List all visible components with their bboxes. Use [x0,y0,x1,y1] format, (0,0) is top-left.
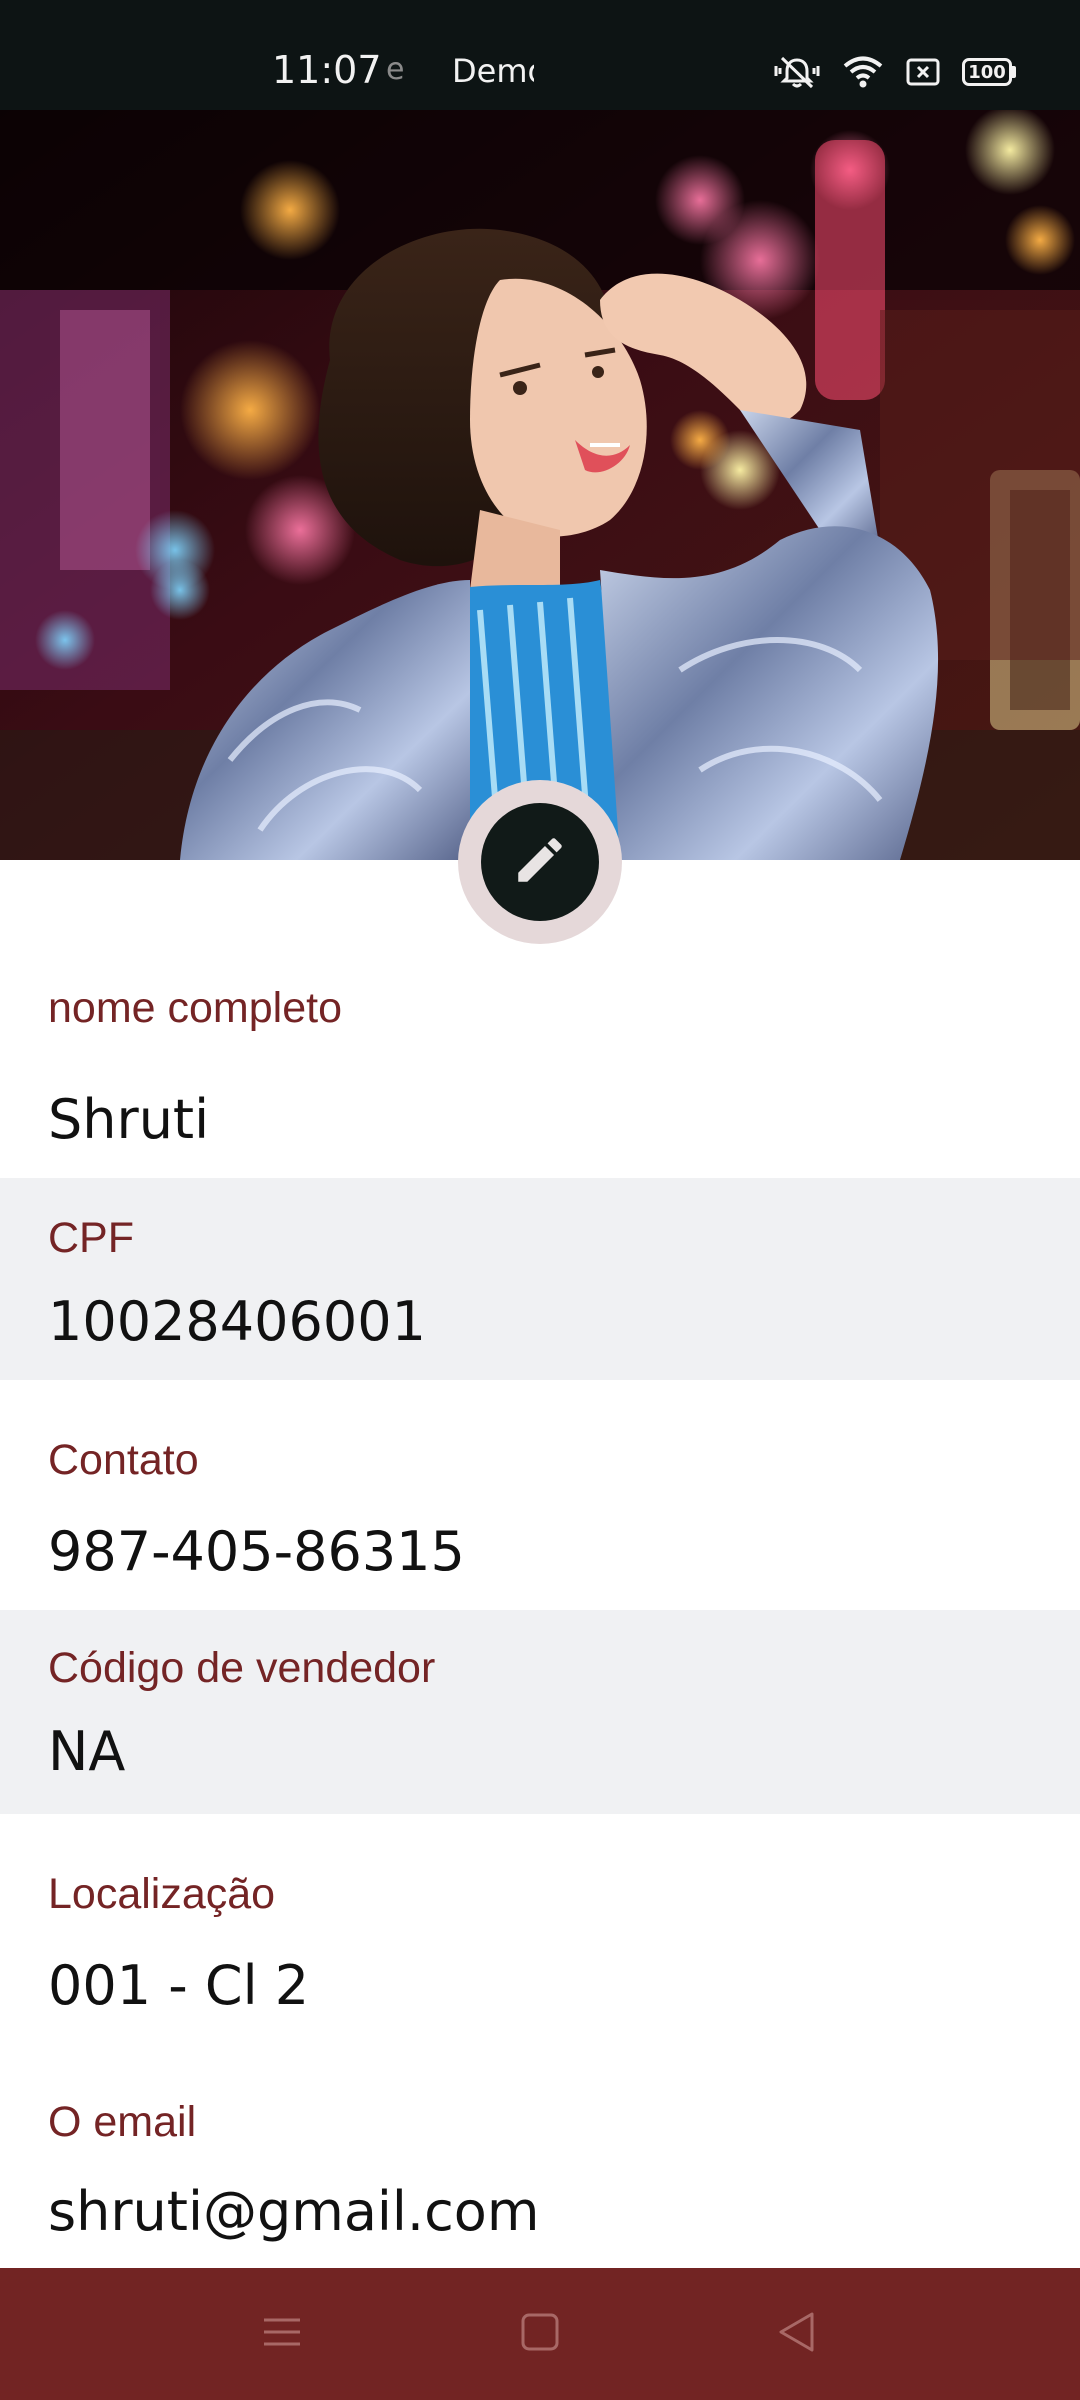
field-seller-code: Código de vendedor NA [0,1610,1080,1814]
edit-button-inner[interactable] [481,803,599,921]
battery-icon: 100 [962,58,1016,86]
field-value-seller-code: NA [48,1720,126,1783]
notification-fragment: e [386,52,405,87]
status-icons: 100 [774,54,1016,90]
wifi-icon [842,54,884,90]
field-label-contact: Contato [48,1436,199,1484]
system-nav-bar [0,2268,1080,2400]
status-app-name: Demo [452,52,534,90]
nav-back-button[interactable] [760,2298,832,2370]
field-label-full-name: nome completo [48,984,342,1032]
field-label-email: O email [48,2098,197,2146]
profile-cover-photo [0,110,1080,860]
field-contact: Contato 987-405-86315 [0,1380,1080,1610]
field-value-full-name: Shruti [48,1088,210,1151]
field-full-name: nome completo Shruti [0,944,1080,1178]
nav-menu-button[interactable] [246,2298,318,2370]
field-value-cpf: 10028406001 [48,1290,426,1353]
field-value-contact: 987-405-86315 [48,1520,465,1583]
battery-level: 100 [962,58,1012,86]
field-label-seller-code: Código de vendedor [48,1644,436,1692]
sim-card-icon [906,57,940,87]
home-square-icon [520,2312,560,2357]
field-location: Localização 001 - Cl 2 [0,1814,1080,2044]
pencil-icon [511,831,569,894]
field-email: O email shruti@gmail.com [0,2044,1080,2268]
field-cpf: CPF 10028406001 [0,1178,1080,1380]
status-bar: 11:07 e Demo [0,0,1080,110]
menu-icon [262,2314,302,2355]
mute-vibrate-icon [774,54,820,90]
field-value-email: shruti@gmail.com [48,2180,540,2243]
edit-profile-button[interactable] [458,780,622,944]
nav-home-button[interactable] [504,2298,576,2370]
field-value-location: 001 - Cl 2 [48,1954,310,2017]
field-label-cpf: CPF [48,1214,134,1262]
status-time: 11:07 [272,48,382,92]
field-label-location: Localização [48,1870,276,1918]
back-triangle-icon [776,2311,816,2358]
